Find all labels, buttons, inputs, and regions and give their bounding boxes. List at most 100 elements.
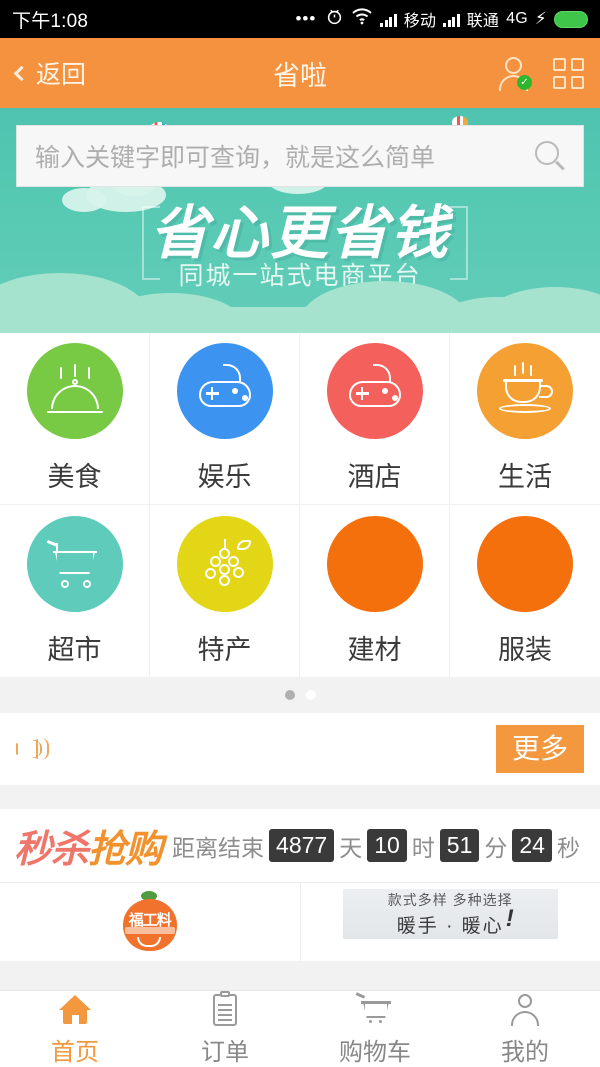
countdown-minutes-unit: 分 xyxy=(484,834,508,861)
category-item-food[interactable]: 美食 xyxy=(0,333,150,505)
pagination-dot-active[interactable] xyxy=(284,690,295,700)
search-icon[interactable] xyxy=(535,141,565,171)
chevron-left-icon xyxy=(13,65,30,81)
category-grid: 美食 娱乐 酒店 生活 超市 特产 建材 服装 xyxy=(0,333,600,677)
category-icon-circle xyxy=(326,515,423,612)
person-icon xyxy=(506,991,544,1029)
status-indicators: ••• 移动 联通 4G ⚡ xyxy=(295,7,588,32)
category-item-specialty[interactable]: 特产 xyxy=(150,505,300,677)
category-icon-circle xyxy=(26,343,123,439)
category-icon-circle xyxy=(176,343,273,439)
search-input[interactable]: 输入关键字即可查询，就是这么简单 xyxy=(35,138,535,174)
flash-sale-products: 福工料 款式多样 多种选择 暖手 · 暖心 ! xyxy=(0,883,600,961)
more-dots-icon: ••• xyxy=(295,9,317,28)
back-label: 返回 xyxy=(36,61,87,89)
shopping-cart-icon xyxy=(46,539,103,588)
category-label: 生活 xyxy=(498,462,552,492)
countdown-hours: 10 xyxy=(367,829,407,862)
category-icon-circle xyxy=(326,343,423,439)
countdown-seconds-unit: 秒 xyxy=(556,834,580,861)
tab-home[interactable]: 首页 xyxy=(0,991,150,1067)
countdown-seconds: 24 xyxy=(512,829,552,862)
flash-sale-logo-part1: 秒杀 xyxy=(14,827,89,871)
countdown-days-unit: 天 xyxy=(339,834,363,861)
user-verified-icon[interactable]: ✓ xyxy=(497,56,532,91)
grid-pagination[interactable] xyxy=(0,677,600,713)
product-thumbnail: 款式多样 多种选择 暖手 · 暖心 ! xyxy=(342,889,558,939)
app-header: 返回 省啦 ✓ xyxy=(0,38,600,108)
countdown-hours-unit: 时 xyxy=(411,834,435,861)
category-label: 超市 xyxy=(47,634,102,665)
signal-bars-1-icon xyxy=(380,12,397,27)
tab-profile[interactable]: 我的 xyxy=(450,991,600,1067)
wifi-icon xyxy=(351,7,373,31)
clipboard-icon xyxy=(206,991,244,1029)
category-label: 娱乐 xyxy=(197,462,252,492)
countdown-minutes: 51 xyxy=(439,829,480,862)
section-divider xyxy=(0,785,600,809)
tab-label: 订单 xyxy=(201,1039,249,1066)
flash-sale-logo-part2: 抢购 xyxy=(88,827,163,871)
carrier-1-label: 移动 xyxy=(403,13,437,30)
status-bar: 下午1:08 ••• 移动 联通 4G ⚡ xyxy=(0,0,600,38)
category-icon-circle xyxy=(26,515,123,612)
category-label: 特产 xyxy=(197,634,252,665)
category-item-hotel[interactable]: 酒店 xyxy=(300,333,450,505)
flash-sale-section: 秒杀抢购 距离结束 4877 天 10 时 51 分 24 秒 福工料 款式多样… xyxy=(0,809,600,961)
charging-bolt-icon: ⚡ xyxy=(534,9,547,28)
product-card[interactable]: 福工料 xyxy=(0,883,301,961)
tab-cart[interactable]: 购物车 xyxy=(300,991,450,1067)
carrier-2-label: 联通 xyxy=(466,13,500,30)
more-button[interactable]: 更多 xyxy=(495,725,584,773)
category-icon-circle xyxy=(477,515,573,612)
home-icon xyxy=(56,991,94,1029)
coffee-cup-icon xyxy=(497,362,553,415)
signal-bars-2-icon xyxy=(443,12,460,27)
category-label: 美食 xyxy=(47,462,102,492)
countdown-days: 4877 xyxy=(269,829,335,862)
tab-orders[interactable]: 订单 xyxy=(150,991,300,1067)
tab-label: 我的 xyxy=(501,1039,549,1066)
bottom-tab-bar: 首页 订单 购物车 我的 xyxy=(0,990,600,1067)
app-screen: 下午1:08 ••• 移动 联通 4G ⚡ 返回 省啦 ✓ 省心更省钱 同城一站… xyxy=(0,0,600,1067)
gamepad-icon xyxy=(347,364,403,415)
speaker-icon xyxy=(16,733,56,765)
tab-label: 首页 xyxy=(51,1039,99,1066)
category-icon-circle xyxy=(176,515,273,612)
category-label: 建材 xyxy=(347,634,402,665)
category-icon-circle xyxy=(477,343,573,439)
product-caption-line2: 暖手 · 暖心 xyxy=(396,916,504,937)
category-item-supermarket[interactable]: 超市 xyxy=(0,505,150,677)
category-item-clothing[interactable]: 服装 xyxy=(450,505,600,677)
grid-menu-icon[interactable] xyxy=(553,57,584,89)
status-time: 下午1:08 xyxy=(12,10,89,32)
flash-sale-logo: 秒杀抢购 xyxy=(14,818,163,873)
food-cloche-icon xyxy=(46,364,103,415)
product-card[interactable]: 款式多样 多种选择 暖手 · 暖心 ! xyxy=(301,883,600,961)
category-item-life[interactable]: 生活 xyxy=(450,333,600,505)
back-button[interactable]: 返回 xyxy=(13,55,87,91)
category-label: 服装 xyxy=(498,634,552,665)
pagination-dot[interactable] xyxy=(305,690,316,700)
header-actions: ✓ xyxy=(497,56,584,91)
verified-badge-icon: ✓ xyxy=(517,75,532,90)
hero-banner[interactable]: 省心更省钱 同城一站式电商平台 输入关键字即可查询，就是这么简单 xyxy=(0,108,600,333)
search-bar[interactable]: 输入关键字即可查询，就是这么简单 xyxy=(16,125,584,187)
category-item-materials[interactable]: 建材 xyxy=(300,505,450,677)
network-type-label: 4G xyxy=(506,10,528,27)
announcement-bar[interactable]: 更多 xyxy=(0,713,600,785)
cart-icon xyxy=(355,991,394,1029)
category-label: 酒店 xyxy=(347,462,402,492)
product-exclamation: ! xyxy=(505,905,514,932)
product-thumbnail: 福工料 xyxy=(115,889,185,955)
countdown-timer: 距离结束 4877 天 10 时 51 分 24 秒 xyxy=(172,829,580,863)
tab-label: 购物车 xyxy=(339,1039,411,1066)
flash-sale-header: 秒杀抢购 距离结束 4877 天 10 时 51 分 24 秒 xyxy=(0,809,600,883)
battery-icon xyxy=(554,10,588,28)
countdown-label: 距离结束 xyxy=(172,834,265,861)
gamepad-icon xyxy=(197,364,253,415)
alarm-icon xyxy=(325,7,344,32)
category-item-entertainment[interactable]: 娱乐 xyxy=(150,333,300,505)
product-caption-line1: 款式多样 多种选择 xyxy=(387,892,513,908)
banner-cloud-row xyxy=(0,258,600,333)
